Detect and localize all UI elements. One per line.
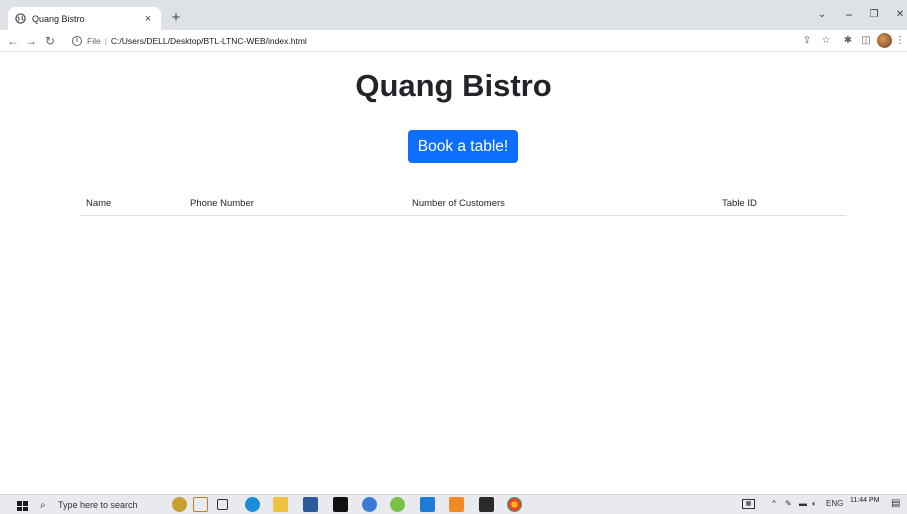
url-scheme: File — [87, 36, 101, 46]
forward-arrow-icon[interactable]: → — [23, 33, 39, 49]
new-tab-button[interactable]: + — [166, 8, 186, 28]
browser-toolbar: ← → ↻ i File | C:/Users/DELL/Desktop/BTL… — [0, 30, 907, 52]
pinned-app-icon[interactable] — [449, 497, 464, 512]
minimize-button[interactable]: − — [839, 6, 859, 24]
task-view-icon[interactable] — [217, 499, 228, 510]
pen-icon[interactable]: ✎ — [785, 499, 792, 508]
reservations-table: Name Phone Number Number of Customers Ta… — [80, 193, 846, 216]
file-explorer-icon[interactable] — [273, 497, 288, 512]
table-header-row: Name Phone Number Number of Customers Ta… — [80, 193, 846, 216]
chrome-icon[interactable] — [507, 497, 522, 512]
globe-icon — [15, 13, 26, 24]
bookmark-star-icon[interactable]: ☆ — [819, 34, 833, 48]
taskbar-search-placeholder: Type here to search — [58, 500, 138, 510]
mail-icon[interactable] — [362, 497, 377, 512]
url-separator: | — [104, 36, 107, 46]
page-title: Quang Bistro — [355, 68, 552, 103]
menu-kebab-icon[interactable]: ⋮ — [893, 34, 907, 48]
restore-button[interactable]: ❐ — [864, 6, 884, 24]
pinned-app-icon[interactable] — [193, 497, 208, 512]
chevron-up-icon[interactable]: ^ — [772, 499, 776, 508]
taskbar-clock[interactable]: 11:44 PM — [850, 496, 879, 505]
store-icon[interactable] — [303, 497, 318, 512]
keyboard-icon[interactable]: ▦ — [742, 499, 755, 509]
browser-tab[interactable]: Quang Bistro × — [8, 7, 161, 30]
column-header-name: Name — [80, 193, 184, 216]
vscode-icon[interactable] — [420, 497, 435, 512]
volume-icon[interactable]: ◖ — [811, 499, 816, 508]
column-header-table-id: Table ID — [716, 193, 846, 216]
side-panel-icon[interactable]: ◫ — [859, 34, 873, 48]
search-icon: ⌕ — [40, 499, 46, 511]
edge-browser-icon[interactable] — [245, 497, 260, 512]
back-arrow-icon[interactable]: ← — [5, 33, 21, 49]
pinned-app-icon[interactable] — [390, 497, 405, 512]
tab-search-icon[interactable]: ⌄ — [812, 6, 832, 24]
battery-icon[interactable]: ▬ — [799, 499, 807, 508]
book-table-button[interactable]: Book a table! — [408, 130, 518, 163]
netflix-icon[interactable] — [333, 497, 348, 512]
address-bar[interactable]: i File | C:/Users/DELL/Desktop/BTL-LTNC-… — [72, 32, 772, 50]
column-header-customers: Number of Customers — [406, 193, 716, 216]
reload-icon[interactable]: ↻ — [42, 33, 58, 49]
profile-avatar[interactable] — [877, 33, 892, 48]
url-text[interactable]: C:/Users/DELL/Desktop/BTL-LTNC-WEB/index… — [111, 36, 307, 46]
windows-taskbar: ⌕ Type here to search ▦ ^ ✎ ▬ ◖ ENG 11:4… — [0, 494, 907, 514]
language-indicator[interactable]: ENG — [826, 499, 843, 508]
taskbar-search[interactable]: ⌕ Type here to search — [40, 497, 152, 513]
pinned-app-icon[interactable] — [172, 497, 187, 512]
share-icon[interactable]: ⇪ — [800, 34, 814, 48]
tab-close-icon[interactable]: × — [142, 13, 154, 25]
tab-title: Quang Bistro — [32, 13, 85, 24]
column-header-phone: Phone Number — [184, 193, 406, 216]
terminal-icon[interactable] — [479, 497, 494, 512]
extensions-puzzle-icon[interactable]: ✱ — [841, 34, 855, 48]
info-icon[interactable]: i — [72, 36, 82, 46]
browser-tab-strip: Quang Bistro × + ⌄ − ❐ ✕ — [0, 0, 907, 30]
close-window-button[interactable]: ✕ — [890, 6, 907, 24]
windows-start-icon[interactable] — [17, 501, 28, 511]
notification-icon[interactable]: ▤ — [891, 498, 900, 509]
